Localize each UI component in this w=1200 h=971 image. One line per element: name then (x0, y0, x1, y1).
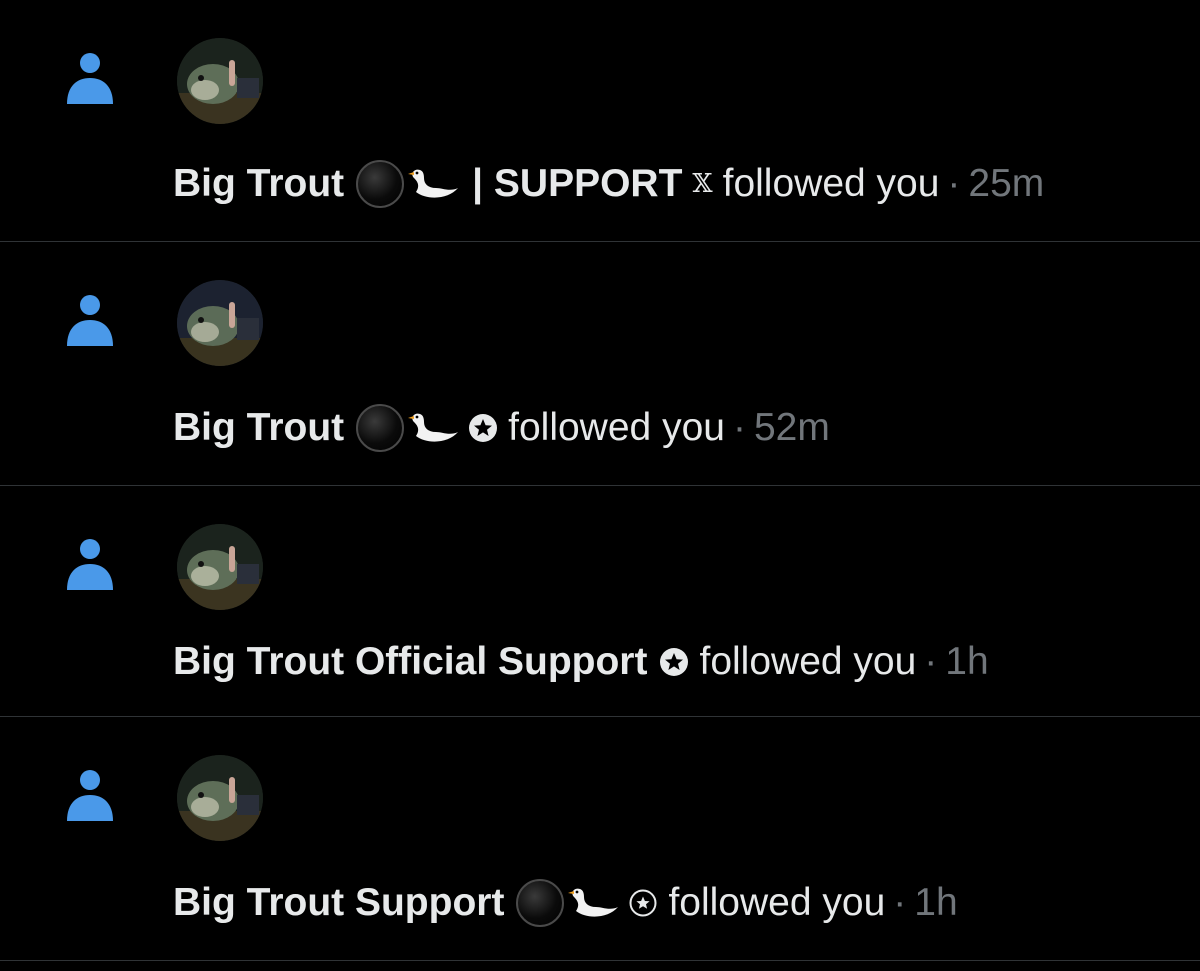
separator: · (924, 640, 938, 683)
user-name[interactable]: Big Trout (173, 404, 344, 452)
timestamp: 1h (914, 881, 958, 924)
star-ring-icon (629, 889, 657, 917)
notification-item[interactable]: Big Trout Official Support followed you … (0, 486, 1200, 717)
notification-text: Big Trout Support followed you · 1h (173, 879, 958, 927)
user-name[interactable]: Big Trout Official Support (173, 638, 647, 686)
black-circle-emoji-icon (356, 404, 405, 452)
user-name[interactable]: Big Trout (173, 160, 344, 208)
user-name[interactable]: Big Trout Support (173, 879, 504, 927)
swan-emoji-icon (408, 169, 459, 198)
notification-text: Big Trout Official Support followed you … (173, 638, 989, 686)
timestamp: 1h (945, 640, 989, 683)
notification-text: Big Trout followed you · 52m (173, 404, 830, 452)
black-circle-emoji-icon (356, 160, 405, 208)
x-logo-icon: 𝕏 (692, 169, 713, 199)
notification-item[interactable]: Big Trout | SUPPORT 𝕏 followed you · 25m (0, 0, 1200, 242)
action-text: followed you (722, 162, 940, 205)
action-text: followed you (508, 406, 725, 449)
notification-text: Big Trout | SUPPORT 𝕏 followed you · 25m (173, 160, 1044, 208)
avatar[interactable] (177, 38, 263, 124)
fish-avatar-image (177, 755, 263, 841)
swan-emoji-icon (408, 413, 459, 442)
avatar[interactable] (177, 280, 263, 366)
support-tag: | SUPPORT (472, 162, 683, 205)
person-icon (67, 53, 113, 104)
person-icon (67, 295, 113, 346)
person-icon (67, 539, 113, 590)
action-text: followed you (668, 881, 886, 924)
timestamp: 25m (968, 162, 1045, 205)
person-icon (67, 770, 113, 821)
fish-avatar-image (177, 38, 263, 124)
fish-avatar-image (177, 524, 263, 610)
fish-avatar-image (177, 280, 263, 366)
star-circle-icon (469, 414, 498, 442)
black-circle-emoji-icon (516, 879, 565, 927)
avatar[interactable] (177, 755, 263, 841)
notification-item[interactable]: Big Trout followed you · 52m (0, 242, 1200, 486)
separator: · (947, 162, 961, 205)
separator: · (893, 881, 907, 924)
star-circle-icon (660, 648, 689, 676)
timestamp: 52m (753, 406, 830, 449)
notifications-feed: Big Trout | SUPPORT 𝕏 followed you · 25m (0, 0, 1200, 971)
swan-emoji-icon (568, 888, 619, 917)
notification-item[interactable]: Big Trout Support followed you · 1h (0, 717, 1200, 961)
avatar[interactable] (177, 524, 263, 610)
action-text: followed you (699, 640, 917, 683)
separator: · (732, 406, 746, 449)
